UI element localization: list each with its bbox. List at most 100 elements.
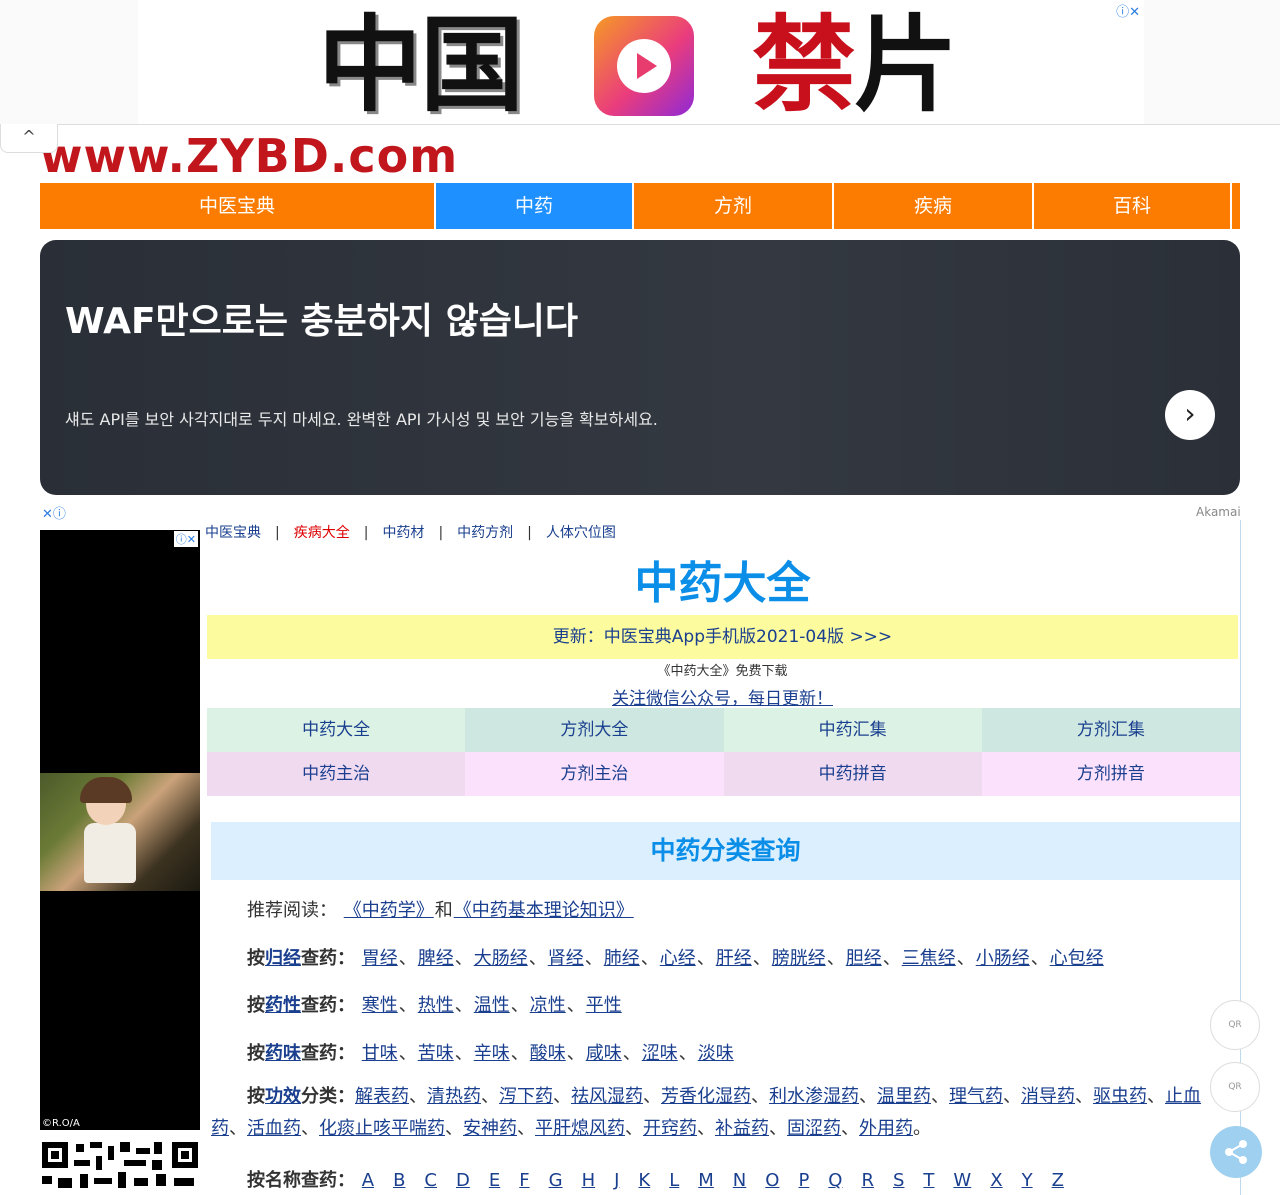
site-logo[interactable]: www.ZYBD.com <box>40 126 458 186</box>
grid-link-herb-pinyin[interactable]: 中药拼音 <box>723 752 982 796</box>
update-link[interactable]: 更新：中医宝典App手机版2021-04版 >>> <box>553 627 892 647</box>
category-link[interactable]: 膀胱经 <box>772 948 826 969</box>
letter-link[interactable]: N <box>733 1170 746 1191</box>
grid-link-formula-collection[interactable]: 方剂汇集 <box>981 708 1240 752</box>
top-ad-inner[interactable]: 中国 禁片 <box>138 0 1144 124</box>
breadcrumb-herbs[interactable]: 中药材 <box>382 525 424 541</box>
breadcrumb-home[interactable]: 中医宝典 <box>205 525 261 541</box>
category-link[interactable]: 三焦经 <box>902 948 956 969</box>
category-link[interactable]: 温里药 <box>877 1086 931 1107</box>
letter-link[interactable]: W <box>953 1170 971 1191</box>
category-link[interactable]: 凉性 <box>530 995 566 1016</box>
nav-item-herbs[interactable]: 中药 <box>436 183 634 229</box>
letter-link[interactable]: E <box>489 1170 500 1191</box>
breadcrumb-acupoints[interactable]: 人体穴位图 <box>546 525 616 541</box>
category-link[interactable]: 解表药 <box>355 1086 409 1107</box>
category-link[interactable]: 脾经 <box>418 948 454 969</box>
letter-link[interactable]: K <box>638 1170 650 1191</box>
chevron-right-icon[interactable]: › <box>1165 390 1215 440</box>
nav-item-diseases[interactable]: 疾病 <box>834 183 1034 229</box>
banner-ad[interactable]: WAF만으로는 충분하지 않습니다 섀도 API를 보안 사각지대로 두지 마세… <box>40 240 1240 495</box>
category-link[interactable]: 心包经 <box>1050 948 1104 969</box>
category-link[interactable]: 胃经 <box>362 948 398 969</box>
letter-link[interactable]: H <box>582 1170 596 1191</box>
grid-link-formula-indications[interactable]: 方剂主治 <box>465 752 724 796</box>
side-ad[interactable]: ⓘ✕ ©R.O/A <box>40 530 200 1130</box>
category-link[interactable]: 芳香化湿药 <box>661 1086 751 1107</box>
qr-float-icon-2[interactable]: QR <box>1210 1062 1260 1112</box>
category-link[interactable]: 平性 <box>586 995 622 1016</box>
category-link[interactable]: 甘味 <box>362 1043 398 1064</box>
category-link[interactable]: 大肠经 <box>474 948 528 969</box>
category-link[interactable]: 祛风湿药 <box>571 1086 643 1107</box>
category-link[interactable]: 淡味 <box>698 1043 734 1064</box>
letter-link[interactable]: T <box>923 1170 934 1191</box>
category-link[interactable]: 平肝熄风药 <box>535 1118 625 1139</box>
category-link[interactable]: 消导药 <box>1021 1086 1075 1107</box>
category-link[interactable]: 肺经 <box>604 948 640 969</box>
category-link[interactable]: 咸味 <box>586 1043 622 1064</box>
letter-link[interactable]: C <box>424 1170 437 1191</box>
letter-link[interactable]: L <box>669 1170 679 1191</box>
wechat-follow-link[interactable]: 关注微信公众号，每日更新！ <box>612 689 833 709</box>
recommend-link-theory[interactable]: 《中药基本理论知识》 <box>454 900 634 921</box>
letter-link[interactable]: O <box>765 1170 779 1191</box>
ad-sponsor-label[interactable]: Akamai <box>1196 505 1241 519</box>
qr-float-icon-1[interactable]: QR <box>1210 1000 1260 1050</box>
category-link[interactable]: 安神药 <box>463 1118 517 1139</box>
category-link[interactable]: 苦味 <box>418 1043 454 1064</box>
nav-item-encyclopedia[interactable]: 百科 <box>1034 183 1232 229</box>
category-link[interactable]: 外用药 <box>859 1118 913 1139</box>
letter-link[interactable]: B <box>393 1170 405 1191</box>
category-link[interactable]: 泻下药 <box>499 1086 553 1107</box>
category-link[interactable]: 温性 <box>474 995 510 1016</box>
share-icon[interactable] <box>1210 1126 1262 1178</box>
category-link[interactable]: 涩味 <box>642 1043 678 1064</box>
grid-link-formula-encyclopedia[interactable]: 方剂大全 <box>465 708 724 752</box>
category-link[interactable]: 活血药 <box>247 1118 301 1139</box>
letter-link[interactable]: D <box>456 1170 470 1191</box>
letter-link[interactable]: Z <box>1052 1170 1064 1191</box>
breadcrumb-diseases[interactable]: 疾病大全 <box>294 525 350 541</box>
category-link[interactable]: 辛味 <box>474 1043 510 1064</box>
nav-item-formulas[interactable]: 方剂 <box>634 183 834 229</box>
category-link[interactable]: 固涩药 <box>787 1118 841 1139</box>
letter-link[interactable]: S <box>893 1170 904 1191</box>
top-ad-banner[interactable]: 中国 禁片 ⓘ✕ <box>0 0 1280 125</box>
letter-link[interactable]: A <box>362 1170 374 1191</box>
nav-item-home[interactable]: 中医宝典 <box>40 183 436 229</box>
category-link[interactable]: 寒性 <box>362 995 398 1016</box>
letter-link[interactable]: Y <box>1022 1170 1033 1191</box>
category-link[interactable]: 热性 <box>418 995 454 1016</box>
letter-link[interactable]: Q <box>828 1170 842 1191</box>
category-link[interactable]: 酸味 <box>530 1043 566 1064</box>
side-ad-close-icon[interactable]: ⓘ✕ <box>173 531 198 547</box>
letter-link[interactable]: F <box>519 1170 529 1191</box>
category-link[interactable]: 心经 <box>660 948 696 969</box>
category-link[interactable]: 肾经 <box>548 948 584 969</box>
grid-link-herb-collection[interactable]: 中药汇集 <box>723 708 982 752</box>
grid-link-herb-indications[interactable]: 中药主治 <box>207 752 466 796</box>
letter-link[interactable]: X <box>990 1170 1002 1191</box>
category-link[interactable]: 化痰止咳平喘药 <box>319 1118 445 1139</box>
letter-link[interactable]: G <box>549 1170 563 1191</box>
letter-link[interactable]: R <box>861 1170 874 1191</box>
category-link[interactable]: 补益药 <box>715 1118 769 1139</box>
category-link[interactable]: 胆经 <box>846 948 882 969</box>
category-link[interactable]: 清热药 <box>427 1086 481 1107</box>
letter-link[interactable]: J <box>614 1170 619 1191</box>
ad-close-info-icon[interactable]: ✕ⓘ <box>42 503 66 522</box>
category-link[interactable]: 驱虫药 <box>1093 1086 1147 1107</box>
ad-choices-close-icon[interactable]: ⓘ✕ <box>1116 1 1140 20</box>
category-link[interactable]: 肝经 <box>716 948 752 969</box>
letter-link[interactable]: P <box>798 1170 809 1191</box>
category-link[interactable]: 开窍药 <box>643 1118 697 1139</box>
category-link[interactable]: 利水渗湿药 <box>769 1086 859 1107</box>
collapse-ad-button[interactable]: ^ <box>0 124 58 153</box>
category-link[interactable]: 理气药 <box>949 1086 1003 1107</box>
breadcrumb-formulas[interactable]: 中药方剂 <box>457 525 513 541</box>
grid-link-herb-encyclopedia[interactable]: 中药大全 <box>207 708 466 752</box>
category-link[interactable]: 小肠经 <box>976 948 1030 969</box>
grid-link-formula-pinyin[interactable]: 方剂拼音 <box>981 752 1240 796</box>
letter-link[interactable]: M <box>698 1170 714 1191</box>
